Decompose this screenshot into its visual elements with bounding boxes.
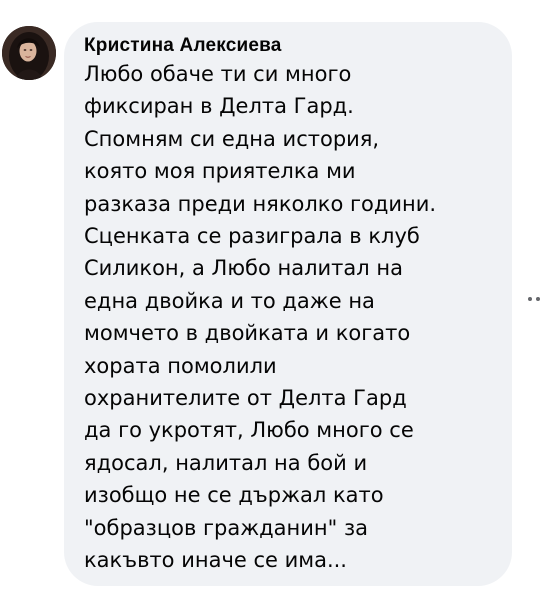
avatar[interactable] <box>2 26 56 80</box>
comment-author[interactable]: Кристина Алексиева <box>84 34 490 58</box>
comment: Кристина Алексиева Любо обаче ти си мног… <box>0 0 546 590</box>
more-options-dot <box>528 297 532 301</box>
more-options-dot <box>536 297 540 301</box>
comment-bubble: Кристина Алексиева Любо обаче ти си мног… <box>64 22 512 586</box>
more-options-icon[interactable] <box>528 290 546 308</box>
comment-text: Любо обаче ти си много фиксиран в Делта … <box>84 62 437 573</box>
profile-photo-icon <box>2 26 56 80</box>
